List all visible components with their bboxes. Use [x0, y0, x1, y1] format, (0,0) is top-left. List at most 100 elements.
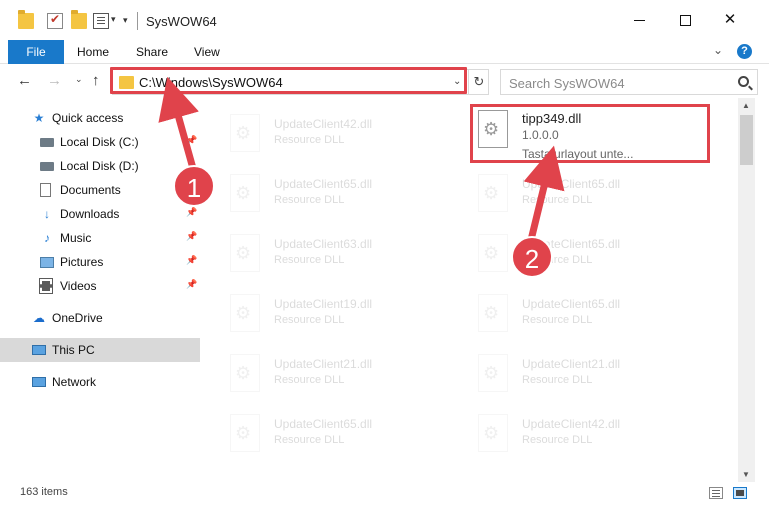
list-item[interactable]: UpdateClient21.dll Resource DLL [220, 348, 440, 398]
dll-file-icon [478, 414, 508, 452]
sidebar-item-this-pc[interactable]: This PC [0, 338, 200, 362]
list-item[interactable]: UpdateClient19.dll Resource DLL [220, 288, 440, 338]
step-badge-2: 2 [511, 236, 553, 278]
customize-toolbar-icon[interactable] [93, 13, 109, 29]
details-view-icon[interactable] [709, 487, 723, 499]
folder-icon[interactable] [18, 10, 34, 29]
sidebar-item-pictures[interactable]: Pictures 📌 [0, 250, 200, 274]
file-type: Resource DLL [274, 434, 345, 446]
dll-file-icon [230, 354, 260, 392]
file-version: 1.0.0.0 [522, 128, 559, 142]
scrollbar-thumb[interactable] [740, 115, 753, 165]
network-icon [32, 375, 46, 389]
up-arrow-icon[interactable]: ↑ [92, 72, 100, 89]
refresh-icon[interactable]: ↻ [468, 70, 489, 94]
sidebar-item-label: Pictures [60, 255, 104, 269]
address-path[interactable]: C:\Windows\SysWOW64 [139, 75, 283, 90]
sidebar-item-onedrive[interactable]: ☁ OneDrive [0, 306, 200, 330]
file-name: UpdateClient42.dll [522, 417, 621, 431]
quick-access-menu-icon[interactable]: ▾ [123, 15, 128, 26]
pin-icon[interactable]: 📌 [186, 207, 197, 218]
list-item[interactable]: UpdateClient42.dll Resource DLL [220, 108, 440, 158]
properties-check-icon[interactable] [47, 12, 63, 29]
tab-home[interactable]: Home [77, 40, 109, 64]
drive-icon [40, 159, 54, 173]
back-arrow-icon[interactable]: ← [17, 72, 32, 89]
dll-file-icon [230, 294, 260, 332]
cloud-icon: ☁ [33, 311, 45, 325]
window-title: SysWOW64 [146, 14, 217, 29]
list-item[interactable]: UpdateClient65.dll Resource DLL [468, 288, 688, 338]
new-folder-icon[interactable] [71, 10, 87, 29]
sidebar-item-network[interactable]: Network [0, 370, 200, 394]
chevron-down-icon[interactable]: ⌄ [453, 76, 461, 87]
sidebar-item-label: Downloads [60, 207, 120, 221]
scroll-up-icon[interactable]: ▲ [742, 101, 750, 110]
vertical-scrollbar[interactable]: ▲ ▼ [738, 98, 755, 482]
expand-ribbon-icon[interactable]: ⌄ [713, 43, 723, 57]
file-list: UpdateClient42.dll Resource DLL UpdateCl… [200, 98, 738, 478]
pin-icon[interactable]: 📌 [186, 231, 197, 242]
item-count: 163 items [20, 486, 68, 498]
step-badge-1: 1 [173, 165, 215, 207]
file-name: UpdateClient65.dll [522, 297, 621, 311]
tab-file[interactable]: File [8, 40, 64, 64]
sidebar-item-music[interactable]: ♪ Music 📌 [0, 226, 200, 250]
file-name: UpdateClient65.dll [274, 177, 373, 191]
file-description: Tastaturlayout unte... [522, 147, 634, 161]
dll-file-icon [230, 114, 260, 152]
file-name: UpdateClient63.dll [274, 237, 373, 251]
sidebar-item-label: Music [60, 231, 92, 245]
file-type: Resource DLL [274, 314, 345, 326]
file-type: Resource DLL [274, 134, 345, 146]
file-type: Resource DLL [522, 434, 593, 446]
sidebar-item-label: Videos [60, 279, 97, 293]
featured-file-tipp349[interactable]: tipp349.dll 1.0.0.0 Tastaturlayout unte.… [468, 102, 688, 162]
pin-icon[interactable]: 📌 [186, 135, 197, 146]
list-item[interactable]: UpdateClient63.dll Resource DLL [220, 228, 440, 278]
tab-view[interactable]: View [194, 40, 220, 64]
search-input[interactable]: Search SysWOW64 [500, 69, 758, 95]
sidebar-item-label: Documents [60, 183, 121, 197]
pin-icon[interactable]: 📌 [186, 279, 197, 290]
help-icon[interactable]: ? [737, 44, 752, 59]
file-name: UpdateClient21.dll [274, 357, 373, 371]
sidebar-item-videos[interactable]: Videos 📌 [0, 274, 200, 298]
list-item[interactable]: UpdateClient65.dll Resource DLL [468, 228, 688, 278]
sidebar-item-label: OneDrive [52, 311, 103, 325]
sidebar-item-local-disk-d[interactable]: Local Disk (D:) [0, 154, 200, 178]
tiles-view-icon[interactable] [733, 487, 747, 499]
search-placeholder: Search SysWOW64 [509, 76, 625, 91]
pc-icon [32, 343, 46, 357]
dll-file-icon [478, 174, 508, 212]
videos-icon [39, 278, 54, 294]
file-type: Resource DLL [274, 374, 345, 386]
maximize-icon[interactable] [675, 10, 695, 30]
file-name: UpdateClient42.dll [274, 117, 373, 131]
sidebar-item-local-disk-c[interactable]: Local Disk (C:) 📌 [0, 130, 200, 154]
dll-file-icon [230, 234, 260, 272]
file-type: Resource DLL [522, 374, 593, 386]
list-item[interactable]: UpdateClient65.dll Resource DLL [220, 168, 440, 218]
pin-icon[interactable]: 📌 [186, 255, 197, 266]
address-bar[interactable]: C:\Windows\SysWOW64 ⌄ ↻ [112, 69, 489, 95]
list-item[interactable]: UpdateClient65.dll Resource DLL [468, 168, 688, 218]
tab-share[interactable]: Share [136, 40, 168, 64]
list-item[interactable]: UpdateClient21.dll Resource DLL [468, 348, 688, 398]
sidebar-item-quick-access[interactable]: ★ Quick access [0, 106, 200, 130]
dll-file-icon [230, 414, 260, 452]
sidebar-item-documents[interactable]: Documents 📌 [0, 178, 200, 202]
minimize-icon[interactable] [630, 10, 650, 30]
recent-locations-icon[interactable]: ⌄ [75, 74, 83, 85]
list-item[interactable]: UpdateClient42.dll Resource DLL [468, 408, 688, 458]
close-icon[interactable]: ✕ [720, 10, 740, 30]
chevron-down-icon[interactable]: ▾ [111, 14, 116, 25]
star-icon: ★ [33, 111, 45, 125]
sidebar-item-label: Local Disk (D:) [60, 159, 139, 173]
scroll-down-icon[interactable]: ▼ [742, 470, 750, 479]
folder-icon [119, 76, 134, 89]
sidebar-item-downloads[interactable]: ↓ Downloads 📌 [0, 202, 200, 226]
forward-arrow-icon[interactable]: → [47, 72, 62, 89]
drive-icon [40, 135, 54, 149]
list-item[interactable]: UpdateClient65.dll Resource DLL [220, 408, 440, 458]
